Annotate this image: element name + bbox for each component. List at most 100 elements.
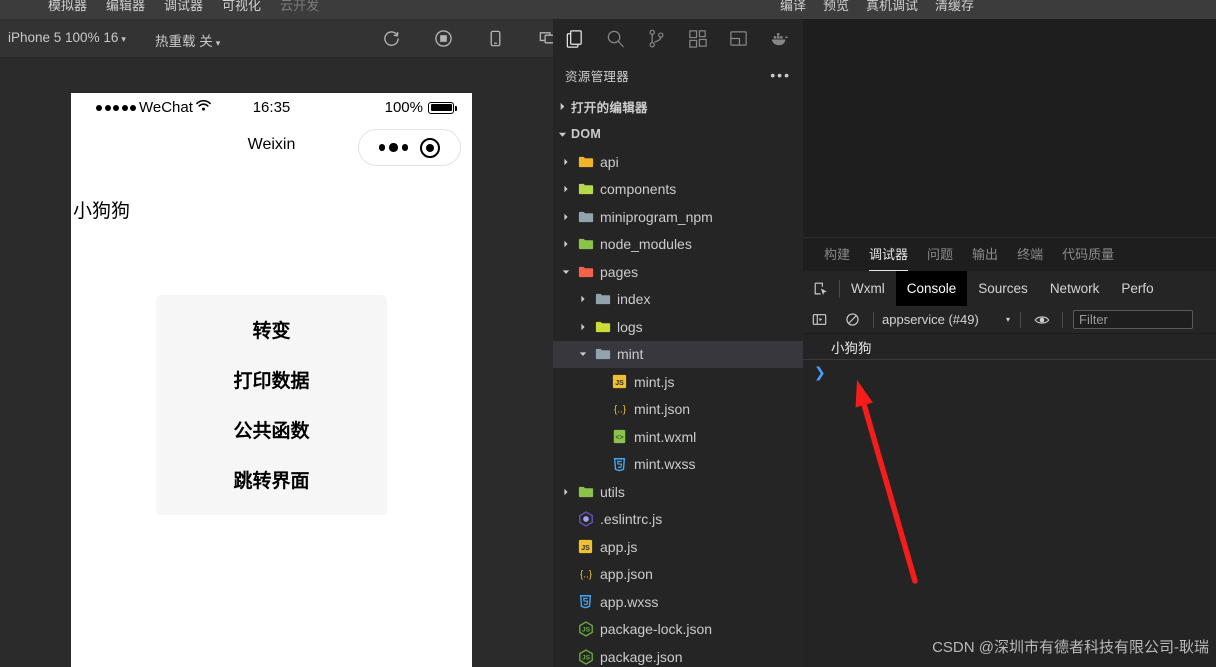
folder-file-icon	[575, 484, 596, 500]
devtools-tab-console[interactable]: Console	[895, 271, 968, 306]
top-menu-right-group: 编译 预览 真机调试 清缓存	[780, 0, 974, 14]
button-transform[interactable]: 转变	[156, 304, 387, 354]
tree-item-mint-wxss[interactable]: mint.wxss	[553, 451, 803, 479]
menu-item-preview[interactable]: 预览	[823, 0, 849, 14]
panel-tab-终端[interactable]: 终端	[1017, 238, 1043, 271]
folder-file-icon	[592, 319, 613, 335]
open-editors-label: 打开的编辑器	[571, 101, 648, 116]
button-common-function[interactable]: 公共函数	[156, 404, 387, 454]
chevron-down-icon	[553, 130, 571, 139]
panel-tab-问题[interactable]: 问题	[927, 238, 953, 271]
tree-item-components[interactable]: components	[553, 176, 803, 204]
tree-item-label: .eslintrc.js	[600, 511, 663, 528]
tree-item-app-json[interactable]: {..} app.json	[553, 561, 803, 589]
console-filter-input[interactable]: Filter	[1073, 310, 1193, 329]
more-dots-icon[interactable]	[378, 143, 409, 152]
devtools-tab-sources[interactable]: Sources	[967, 271, 1039, 306]
split-layout-icon[interactable]	[726, 26, 750, 50]
top-menu-bar: 模拟器 编辑器 调试器 可视化 云开发 编译 预览 真机调试 清缓存	[0, 0, 1216, 19]
tree-item--eslintrc-js[interactable]: .eslintrc.js	[553, 506, 803, 534]
menu-item-debugger[interactable]: 调试器	[164, 0, 203, 14]
console-output: 小狗狗 ❯	[803, 334, 1216, 667]
record-icon[interactable]	[432, 27, 455, 50]
tree-item-mint-js[interactable]: JS mint.js	[553, 368, 803, 396]
svg-text:JS: JS	[615, 380, 624, 387]
console-context-value: appservice (#49)	[882, 312, 979, 327]
docker-icon[interactable]	[767, 26, 791, 50]
menu-item-editor[interactable]: 编辑器	[106, 0, 145, 14]
button-print-data[interactable]: 打印数据	[156, 354, 387, 404]
extensions-icon[interactable]	[685, 26, 709, 50]
action-button-list: 转变 打印数据 公共函数 跳转界面	[156, 295, 387, 515]
simulator-toolbar: iPhone 5 100% 16 ▾ 热重载 关 ▾	[0, 19, 556, 58]
search-icon[interactable]	[603, 26, 627, 50]
inspect-cursor-icon[interactable]	[803, 281, 839, 297]
phone-status-bar: WeChat 16:35 100%	[71, 93, 472, 123]
panel-tab-构建[interactable]: 构建	[824, 238, 850, 271]
explorer-header: 资源管理器 •••	[553, 57, 803, 93]
tree-item-utils[interactable]: utils	[553, 478, 803, 506]
menu-item-real-device-debug[interactable]: 真机调试	[866, 0, 918, 14]
tree-item-app-wxss[interactable]: app.wxss	[553, 588, 803, 616]
target-circle-icon[interactable]	[420, 137, 441, 158]
clear-console-icon[interactable]	[836, 306, 869, 334]
svg-text:JS: JS	[581, 654, 590, 661]
file-tree: api components miniprogram_npm node_modules…	[553, 148, 803, 667]
phone-simulator: WeChat 16:35 100% Weixin 小狗狗 转变 打印数据 公共函…	[71, 93, 472, 667]
console-input-prompt[interactable]: ❯	[803, 360, 1216, 384]
tree-item-logs[interactable]: logs	[553, 313, 803, 341]
chevron-down-icon: ▾	[1005, 315, 1010, 324]
chevron-down-icon: ▾	[121, 34, 126, 44]
tree-item-node_modules[interactable]: node_modules	[553, 231, 803, 259]
device-selector[interactable]: iPhone 5 100% 16 ▾	[8, 30, 126, 45]
devtools-tab-perfo[interactable]: Perfo	[1110, 271, 1164, 306]
tree-section-open-editors[interactable]: 打开的编辑器	[553, 93, 803, 121]
console-sidebar-icon[interactable]	[803, 306, 836, 334]
tree-section-root[interactable]: DOM	[553, 121, 803, 149]
button-navigate-page[interactable]: 跳转界面	[156, 454, 387, 504]
menu-item-compile[interactable]: 编译	[780, 0, 806, 14]
explorer-more-actions-icon[interactable]: •••	[770, 67, 791, 83]
panel-tab-代码质量[interactable]: 代码质量	[1062, 238, 1114, 271]
live-expression-icon[interactable]	[1025, 306, 1058, 334]
panel-tab-调试器[interactable]: 调试器	[869, 238, 909, 271]
tree-item-mint[interactable]: mint	[553, 340, 803, 368]
tree-item-app-js[interactable]: JS app.js	[553, 533, 803, 561]
refresh-icon[interactable]	[380, 27, 403, 50]
wechat-devtools-window: 模拟器 编辑器 调试器 可视化 云开发 编译 预览 真机调试 清缓存 iPhon…	[0, 0, 1216, 667]
source-control-icon[interactable]	[644, 26, 668, 50]
device-icon[interactable]	[484, 27, 507, 50]
tree-item-package-json[interactable]: JS package.json	[553, 643, 803, 667]
devtools-tab-wxml[interactable]: Wxml	[840, 271, 896, 306]
tree-item-label: mint.wxml	[634, 428, 697, 445]
tree-item-api[interactable]: api	[553, 148, 803, 176]
tree-item-pages[interactable]: pages	[553, 258, 803, 286]
tree-item-mint-json[interactable]: {..} mint.json	[553, 396, 803, 424]
tree-item-label: api	[600, 153, 619, 170]
folder-file-icon	[592, 291, 613, 307]
panel-tab-输出[interactable]: 输出	[972, 238, 998, 271]
node-file-icon: JS	[575, 621, 596, 637]
activity-bar	[553, 19, 803, 57]
files-icon[interactable]	[562, 26, 586, 50]
tree-item-label: package-lock.json	[600, 621, 713, 638]
menu-item-clear-cache[interactable]: 清缓存	[935, 0, 974, 14]
tree-item-mint-wxml[interactable]: <> mint.wxml	[553, 423, 803, 451]
folder-file-icon	[575, 154, 596, 170]
hot-reload-selector[interactable]: 热重载 关 ▾	[155, 30, 220, 50]
tree-item-label: app.js	[600, 538, 638, 555]
panel-tab-bar: 构建 调试器 问题 输出 终端 代码质量	[803, 238, 1216, 271]
tree-item-label: components	[600, 181, 677, 198]
tree-item-miniprogram_npm[interactable]: miniprogram_npm	[553, 203, 803, 231]
js-file-icon: JS	[575, 539, 596, 554]
svg-text:JS: JS	[581, 545, 590, 552]
tree-item-package-lock-json[interactable]: JS package-lock.json	[553, 616, 803, 644]
tree-item-index[interactable]: index	[553, 286, 803, 314]
menu-item-simulator[interactable]: 模拟器	[48, 0, 87, 14]
tree-item-label: mint.wxss	[634, 456, 696, 473]
devtools-tab-network[interactable]: Network	[1039, 271, 1111, 306]
menu-item-cloud[interactable]: 云开发	[280, 0, 319, 14]
menu-item-visual[interactable]: 可视化	[222, 0, 261, 14]
console-context-selector[interactable]: appservice (#49) ▾	[878, 312, 1016, 327]
explorer-title: 资源管理器	[565, 69, 630, 84]
